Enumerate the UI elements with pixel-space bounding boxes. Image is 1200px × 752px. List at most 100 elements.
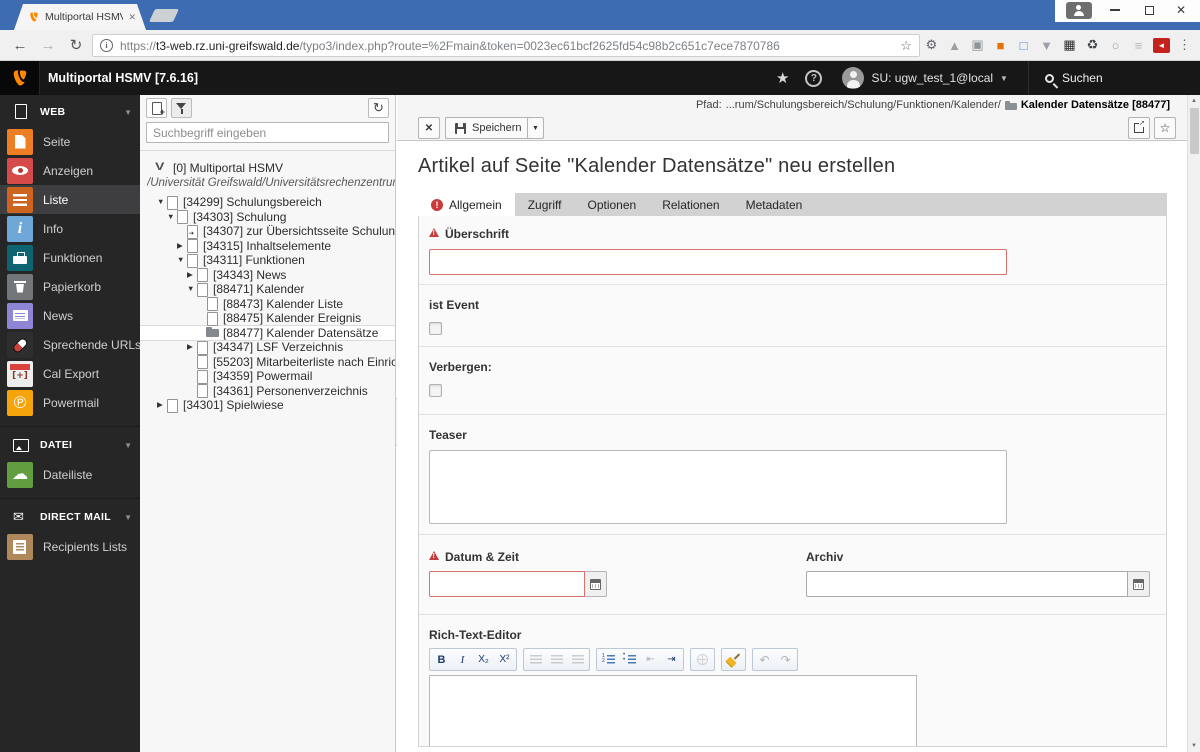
rte-button[interactable] — [619, 650, 640, 669]
module-section-header[interactable]: WEB ▼ — [0, 97, 140, 127]
user-menu[interactable]: SU: ugw_test_1@local ▼ — [838, 67, 1012, 89]
scroll-up-icon[interactable]: ▲ — [1188, 95, 1200, 107]
module-item[interactable]: Papierkorb — [0, 272, 140, 301]
module-item[interactable]: Anzeigen — [0, 156, 140, 185]
extension-icon[interactable]: ▦ — [1058, 35, 1081, 55]
tree-row[interactable]: [34347] LSF Verzeichnis — [140, 340, 395, 355]
new-tab-button[interactable] — [149, 9, 179, 22]
reload-button[interactable]: ↻ — [64, 30, 88, 60]
ueberschrift-input[interactable] — [429, 249, 1007, 275]
rte-button[interactable]: I — [452, 650, 473, 669]
rte-button[interactable] — [692, 650, 713, 669]
tree-row[interactable]: [34299] Schulungsbereich — [140, 195, 395, 210]
rte-content-area[interactable] — [429, 675, 917, 747]
back-button[interactable]: ← — [8, 30, 32, 60]
tree-expander-icon[interactable] — [167, 210, 176, 225]
rte-button[interactable]: X₂ — [473, 650, 494, 669]
module-item[interactable]: Powermail — [0, 388, 140, 417]
rte-button[interactable] — [598, 650, 619, 669]
archiv-input[interactable] — [806, 571, 1128, 597]
rte-button[interactable] — [723, 650, 744, 669]
tree-row[interactable]: [34311] Funktionen — [140, 253, 395, 268]
module-item[interactable]: Seite — [0, 127, 140, 156]
module-section-header[interactable]: DATEI ▼ — [0, 430, 140, 460]
tree-row[interactable]: [34303] Schulung — [140, 210, 395, 225]
minimize-button[interactable] — [1098, 0, 1132, 20]
form-tab[interactable]: ! Relationen — [649, 193, 732, 216]
tree-expander-icon[interactable] — [187, 282, 196, 297]
rte-button[interactable] — [567, 650, 588, 669]
tree-row[interactable]: [88475] Kalender Ereignis — [140, 311, 395, 326]
topbar-search[interactable]: Suchen — [1028, 61, 1103, 95]
window-close-button[interactable]: ✕ — [1164, 0, 1198, 20]
extension-icon[interactable]: ▼ — [1035, 35, 1058, 55]
rte-button[interactable]: ⇥ — [661, 650, 682, 669]
tree-row[interactable]: [34361] Personenverzeichnis — [140, 384, 395, 399]
browser-tab[interactable]: Multiportal HSMV [TYPO ✕ — [14, 4, 146, 30]
save-options-caret[interactable]: ▼ — [527, 117, 544, 139]
extension-icon[interactable]: ○ — [1104, 35, 1127, 55]
tree-row[interactable]: [34343] News — [140, 268, 395, 283]
tree-row[interactable]: [55203] Mitarbeiterliste nach Einrichtun… — [140, 355, 395, 370]
datum-input[interactable] — [429, 571, 585, 597]
scrollbar-thumb[interactable] — [1190, 108, 1199, 154]
ist-event-checkbox[interactable] — [429, 322, 442, 335]
close-tab-icon[interactable]: ✕ — [128, 12, 136, 23]
tree-expander-icon[interactable] — [157, 398, 166, 413]
teaser-textarea[interactable] — [429, 450, 1007, 524]
tree-row[interactable]: [34301] Spielwiese — [140, 398, 395, 413]
rte-button[interactable]: ↶ — [754, 650, 775, 669]
tree-row[interactable]: [34315] Inhaltselemente — [140, 239, 395, 254]
extension-icon[interactable]: ⚙ — [920, 35, 943, 55]
tree-expander-icon[interactable] — [187, 268, 196, 283]
tree-row[interactable]: [34307] zur Übersichtsseite Schulung — [140, 224, 395, 239]
tree-expander-icon[interactable] — [177, 239, 186, 254]
refresh-tree-button[interactable] — [368, 98, 389, 118]
form-tab[interactable]: ! Zugriff — [515, 193, 575, 216]
bookmark-record-button[interactable]: ☆ — [1154, 117, 1176, 139]
form-tab[interactable]: ! Optionen — [575, 193, 650, 216]
tree-row[interactable]: [34359] Powermail — [140, 369, 395, 384]
tree-row[interactable]: /Universität Greifswald/Universitätsrech… — [140, 176, 395, 191]
rte-button[interactable]: B — [431, 650, 452, 669]
module-item[interactable]: Cal Export — [0, 359, 140, 388]
extension-icon[interactable]: ▲ — [943, 35, 966, 55]
module-item[interactable]: Liste — [0, 185, 140, 214]
archiv-calendar-button[interactable] — [1128, 571, 1150, 597]
extension-icon[interactable]: ≡ — [1127, 35, 1150, 55]
rte-button[interactable] — [546, 650, 567, 669]
tree-row[interactable]: [88477] Kalender Datensätze — [140, 326, 395, 341]
rte-button[interactable] — [525, 650, 546, 669]
scroll-down-icon[interactable]: ▼ — [1188, 740, 1200, 752]
tree-row[interactable]: [0] Multiportal HSMV — [140, 161, 395, 176]
help-icon[interactable]: ? — [805, 70, 822, 87]
tree-row[interactable]: [88473] Kalender Liste — [140, 297, 395, 312]
page-info-icon[interactable]: i — [100, 39, 113, 52]
content-scrollbar[interactable]: ▲ ▼ — [1187, 95, 1200, 752]
save-button[interactable]: Speichern — [445, 117, 532, 139]
rte-button[interactable]: ⇤ — [640, 650, 661, 669]
form-tab[interactable]: ! Metadaten — [733, 193, 816, 216]
tree-search-input[interactable] — [146, 122, 389, 143]
open-new-window-button[interactable] — [1128, 117, 1150, 139]
tree-expander-icon[interactable] — [177, 253, 186, 268]
module-item[interactable]: Sprechende URLs — [0, 330, 140, 359]
extension-icon[interactable]: ⋮ — [1173, 35, 1196, 55]
close-document-button[interactable]: ✕ — [418, 117, 440, 139]
module-item[interactable]: Dateiliste — [0, 460, 140, 489]
typo3-logo[interactable] — [0, 61, 40, 95]
extension-icon[interactable]: ♻ — [1081, 35, 1104, 55]
maximize-button[interactable] — [1132, 0, 1166, 20]
tree-row[interactable]: [88471] Kalender — [140, 282, 395, 297]
module-item[interactable]: Funktionen — [0, 243, 140, 272]
form-tab[interactable]: ! Allgemein — [418, 193, 515, 216]
extension-icon[interactable]: ▣ — [966, 35, 989, 55]
extension-icon[interactable]: ◄ — [1153, 38, 1170, 53]
module-item[interactable]: Recipients Lists — [0, 532, 140, 561]
bookmark-star-icon[interactable]: ☆ — [900, 38, 912, 54]
datum-calendar-button[interactable] — [585, 571, 607, 597]
extension-icon[interactable]: ■ — [989, 35, 1012, 55]
topbar-bookmark-icon[interactable]: ★ — [776, 69, 789, 87]
module-item[interactable]: News — [0, 301, 140, 330]
profile-button[interactable] — [1066, 2, 1092, 19]
